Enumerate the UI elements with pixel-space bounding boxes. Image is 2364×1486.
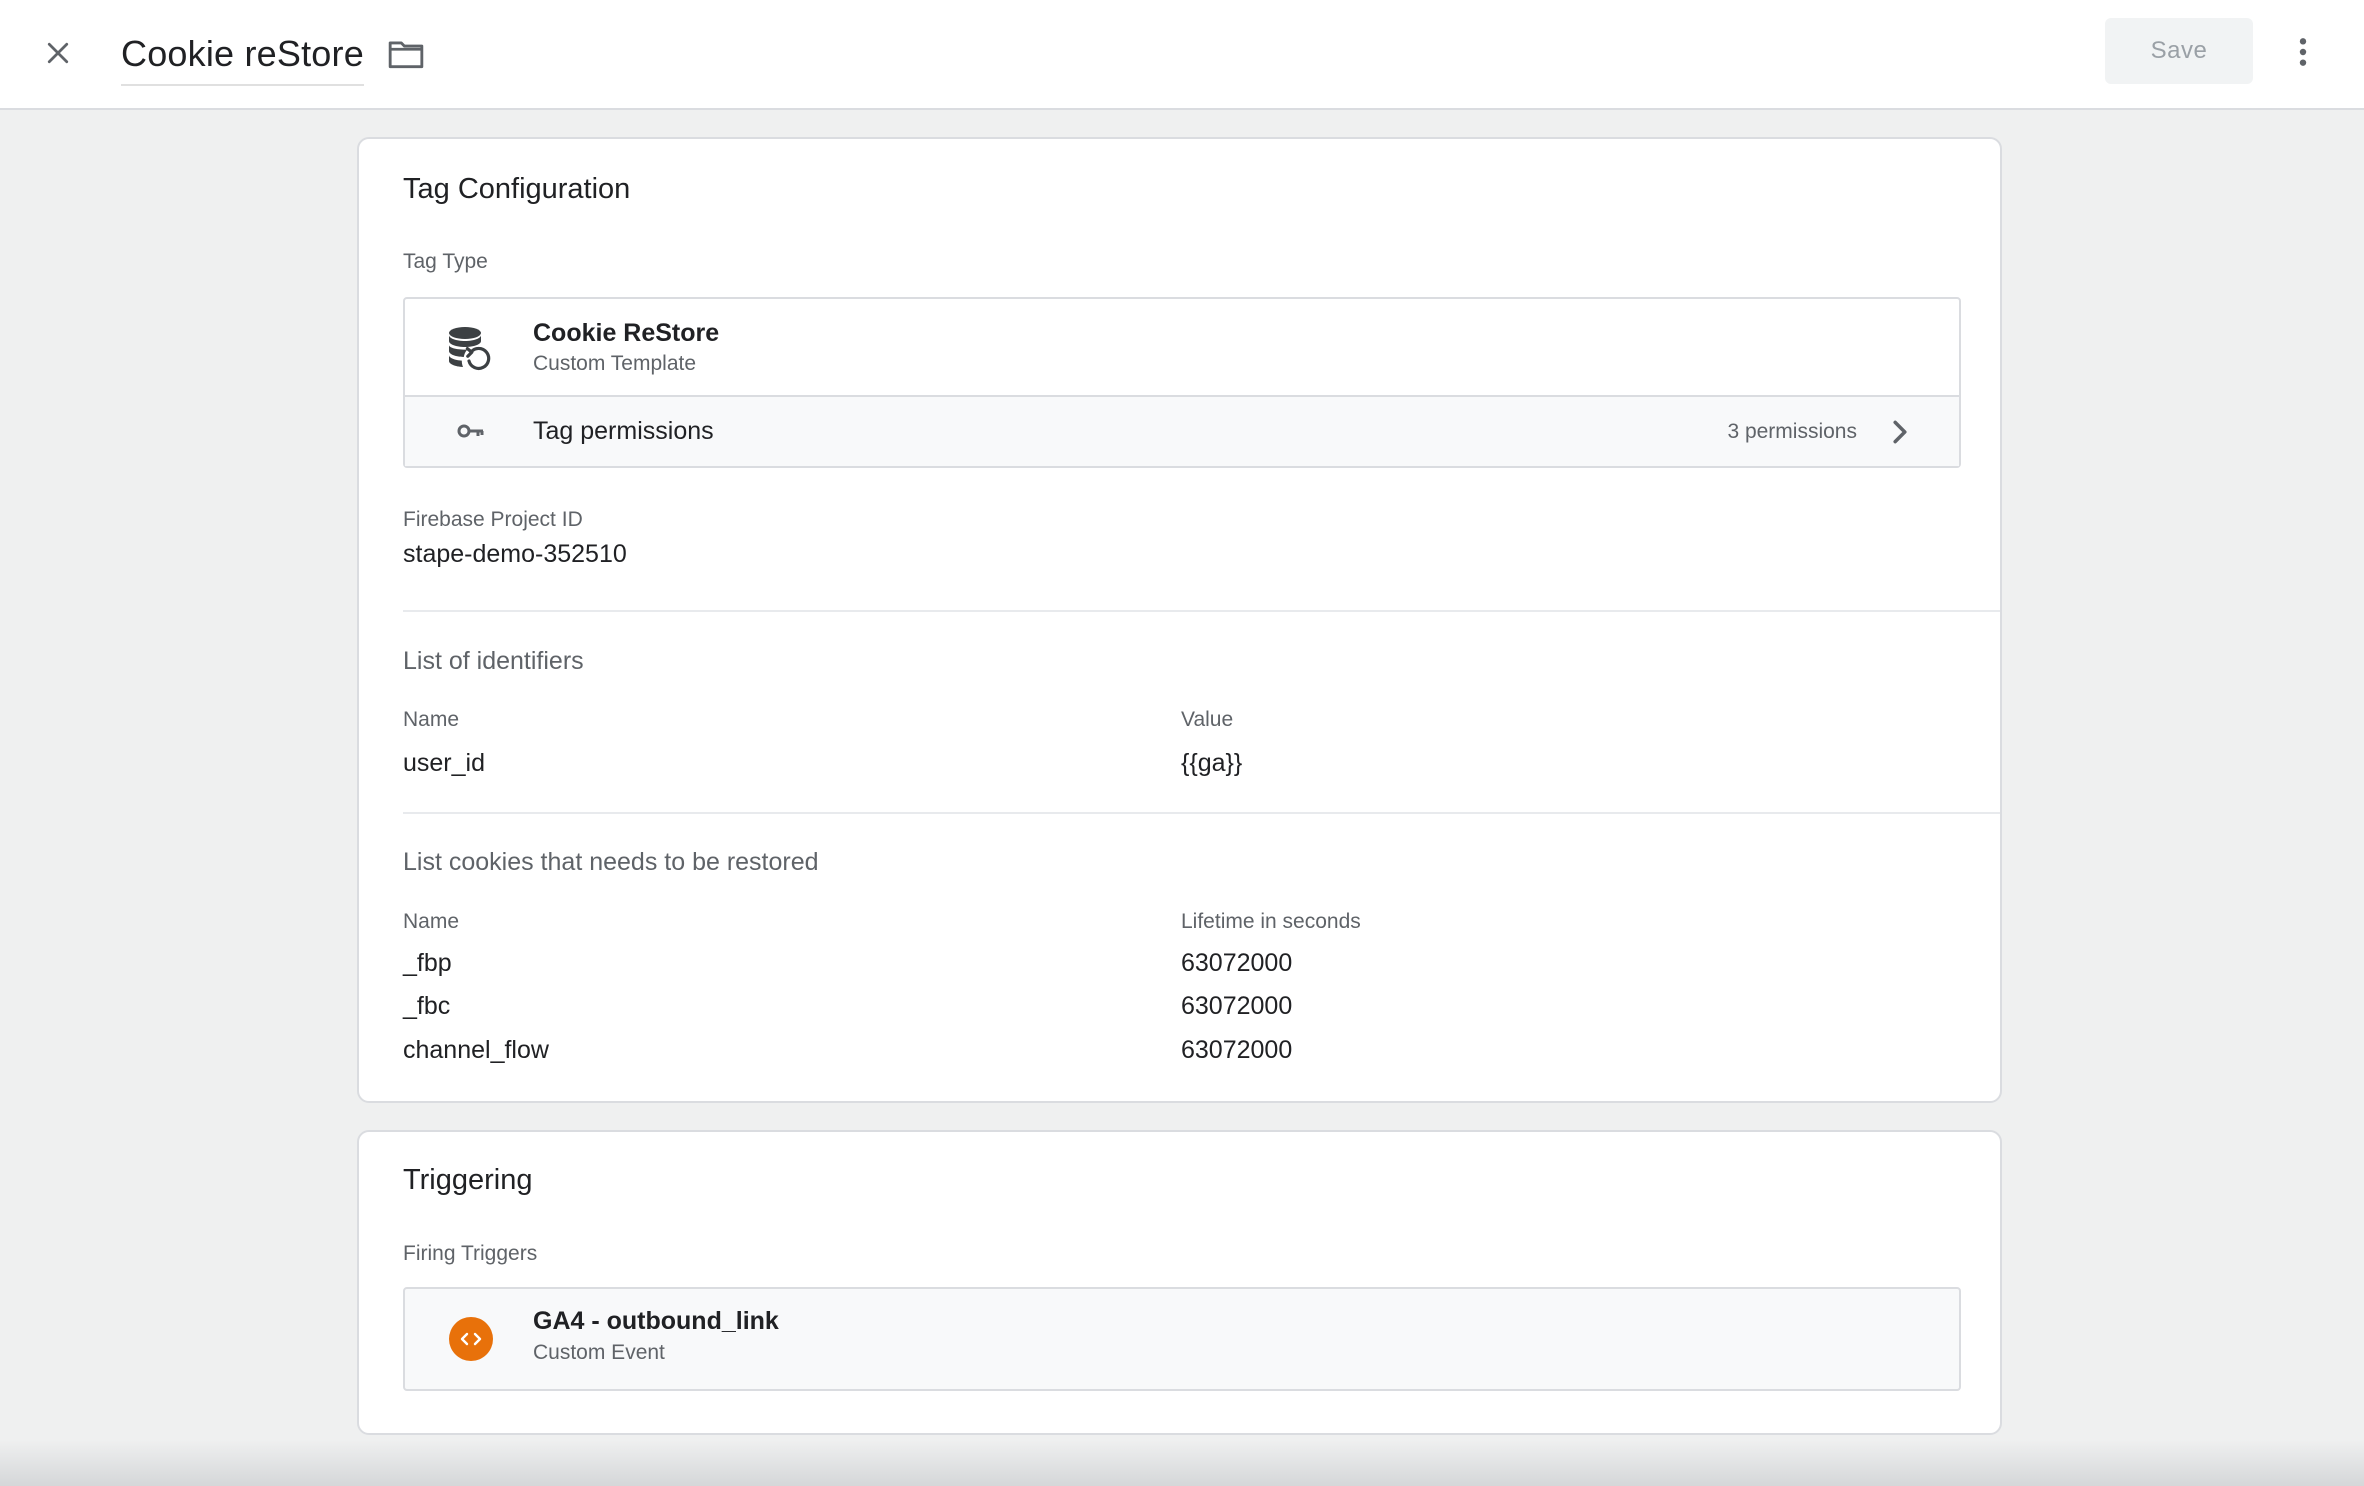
identifier-name: user_id bbox=[403, 749, 485, 777]
bottom-scroll-shadow bbox=[0, 1440, 2364, 1486]
top-app-bar: Cookie reStore Save bbox=[0, 0, 2364, 110]
identifiers-heading: List of identifiers bbox=[403, 647, 584, 675]
trigger-name: GA4 - outbound_link bbox=[533, 1307, 779, 1335]
tag-type-name: Cookie ReStore bbox=[533, 319, 720, 347]
cookie-name: channel_flow bbox=[403, 1036, 549, 1064]
trigger-type: Custom Event bbox=[533, 1341, 665, 1364]
folder-button[interactable] bbox=[380, 30, 432, 78]
folder-icon bbox=[388, 41, 424, 69]
firebase-project-id-label: Firebase Project ID bbox=[403, 508, 583, 531]
cookie-name: _fbc bbox=[403, 992, 451, 1020]
identifier-value: {{ga}} bbox=[1181, 749, 1243, 777]
tag-configuration-card[interactable]: Tag Configuration Tag Type Cookie ReStor… bbox=[357, 137, 2002, 1103]
cookies-lifetime-header: Lifetime in seconds bbox=[1181, 910, 1361, 933]
divider bbox=[403, 610, 2000, 612]
triggering-title: Triggering bbox=[403, 1164, 533, 1196]
database-restore-icon bbox=[449, 327, 491, 371]
save-button[interactable]: Save bbox=[2105, 18, 2253, 84]
tag-configuration-title: Tag Configuration bbox=[403, 173, 631, 205]
cookie-lifetime: 63072000 bbox=[1181, 1036, 1293, 1064]
trigger-item[interactable]: GA4 - outbound_link Custom Event bbox=[403, 1287, 1961, 1391]
more-options-button[interactable] bbox=[2280, 24, 2326, 80]
identifiers-value-header: Value bbox=[1181, 708, 1234, 731]
permissions-count: 3 permissions bbox=[1727, 420, 1857, 443]
cookie-lifetime: 63072000 bbox=[1181, 992, 1293, 1020]
cookie-lifetime: 63072000 bbox=[1181, 949, 1293, 977]
tag-name-field[interactable]: Cookie reStore bbox=[121, 24, 364, 86]
triggering-card[interactable]: Triggering Firing Triggers GA4 - outboun… bbox=[357, 1130, 2002, 1435]
more-vert-icon bbox=[2299, 38, 2307, 66]
custom-event-icon bbox=[449, 1317, 493, 1361]
tag-permissions-label: Tag permissions bbox=[533, 417, 714, 445]
cookies-name-header: Name bbox=[403, 910, 460, 933]
tag-type-box[interactable]: Cookie ReStore Custom Template Tag permi… bbox=[403, 297, 1961, 468]
firing-triggers-label: Firing Triggers bbox=[403, 1242, 538, 1265]
tag-permissions-row[interactable]: Tag permissions 3 permissions bbox=[405, 395, 1959, 466]
divider bbox=[403, 812, 2000, 814]
chevron-right-icon bbox=[1885, 415, 1915, 449]
tag-type-label: Tag Type bbox=[403, 250, 488, 273]
close-icon bbox=[47, 42, 69, 64]
cookie-name: _fbp bbox=[403, 949, 452, 977]
key-icon bbox=[457, 424, 484, 438]
firebase-project-id-value: stape-demo-352510 bbox=[403, 540, 627, 568]
identifiers-name-header: Name bbox=[403, 708, 460, 731]
cookies-heading: List cookies that needs to be restored bbox=[403, 848, 819, 876]
close-button[interactable] bbox=[30, 25, 86, 81]
tag-name-text: Cookie reStore bbox=[121, 33, 364, 74]
tag-type-subtitle: Custom Template bbox=[533, 352, 697, 375]
tag-type-row[interactable]: Cookie ReStore Custom Template bbox=[405, 299, 1959, 395]
